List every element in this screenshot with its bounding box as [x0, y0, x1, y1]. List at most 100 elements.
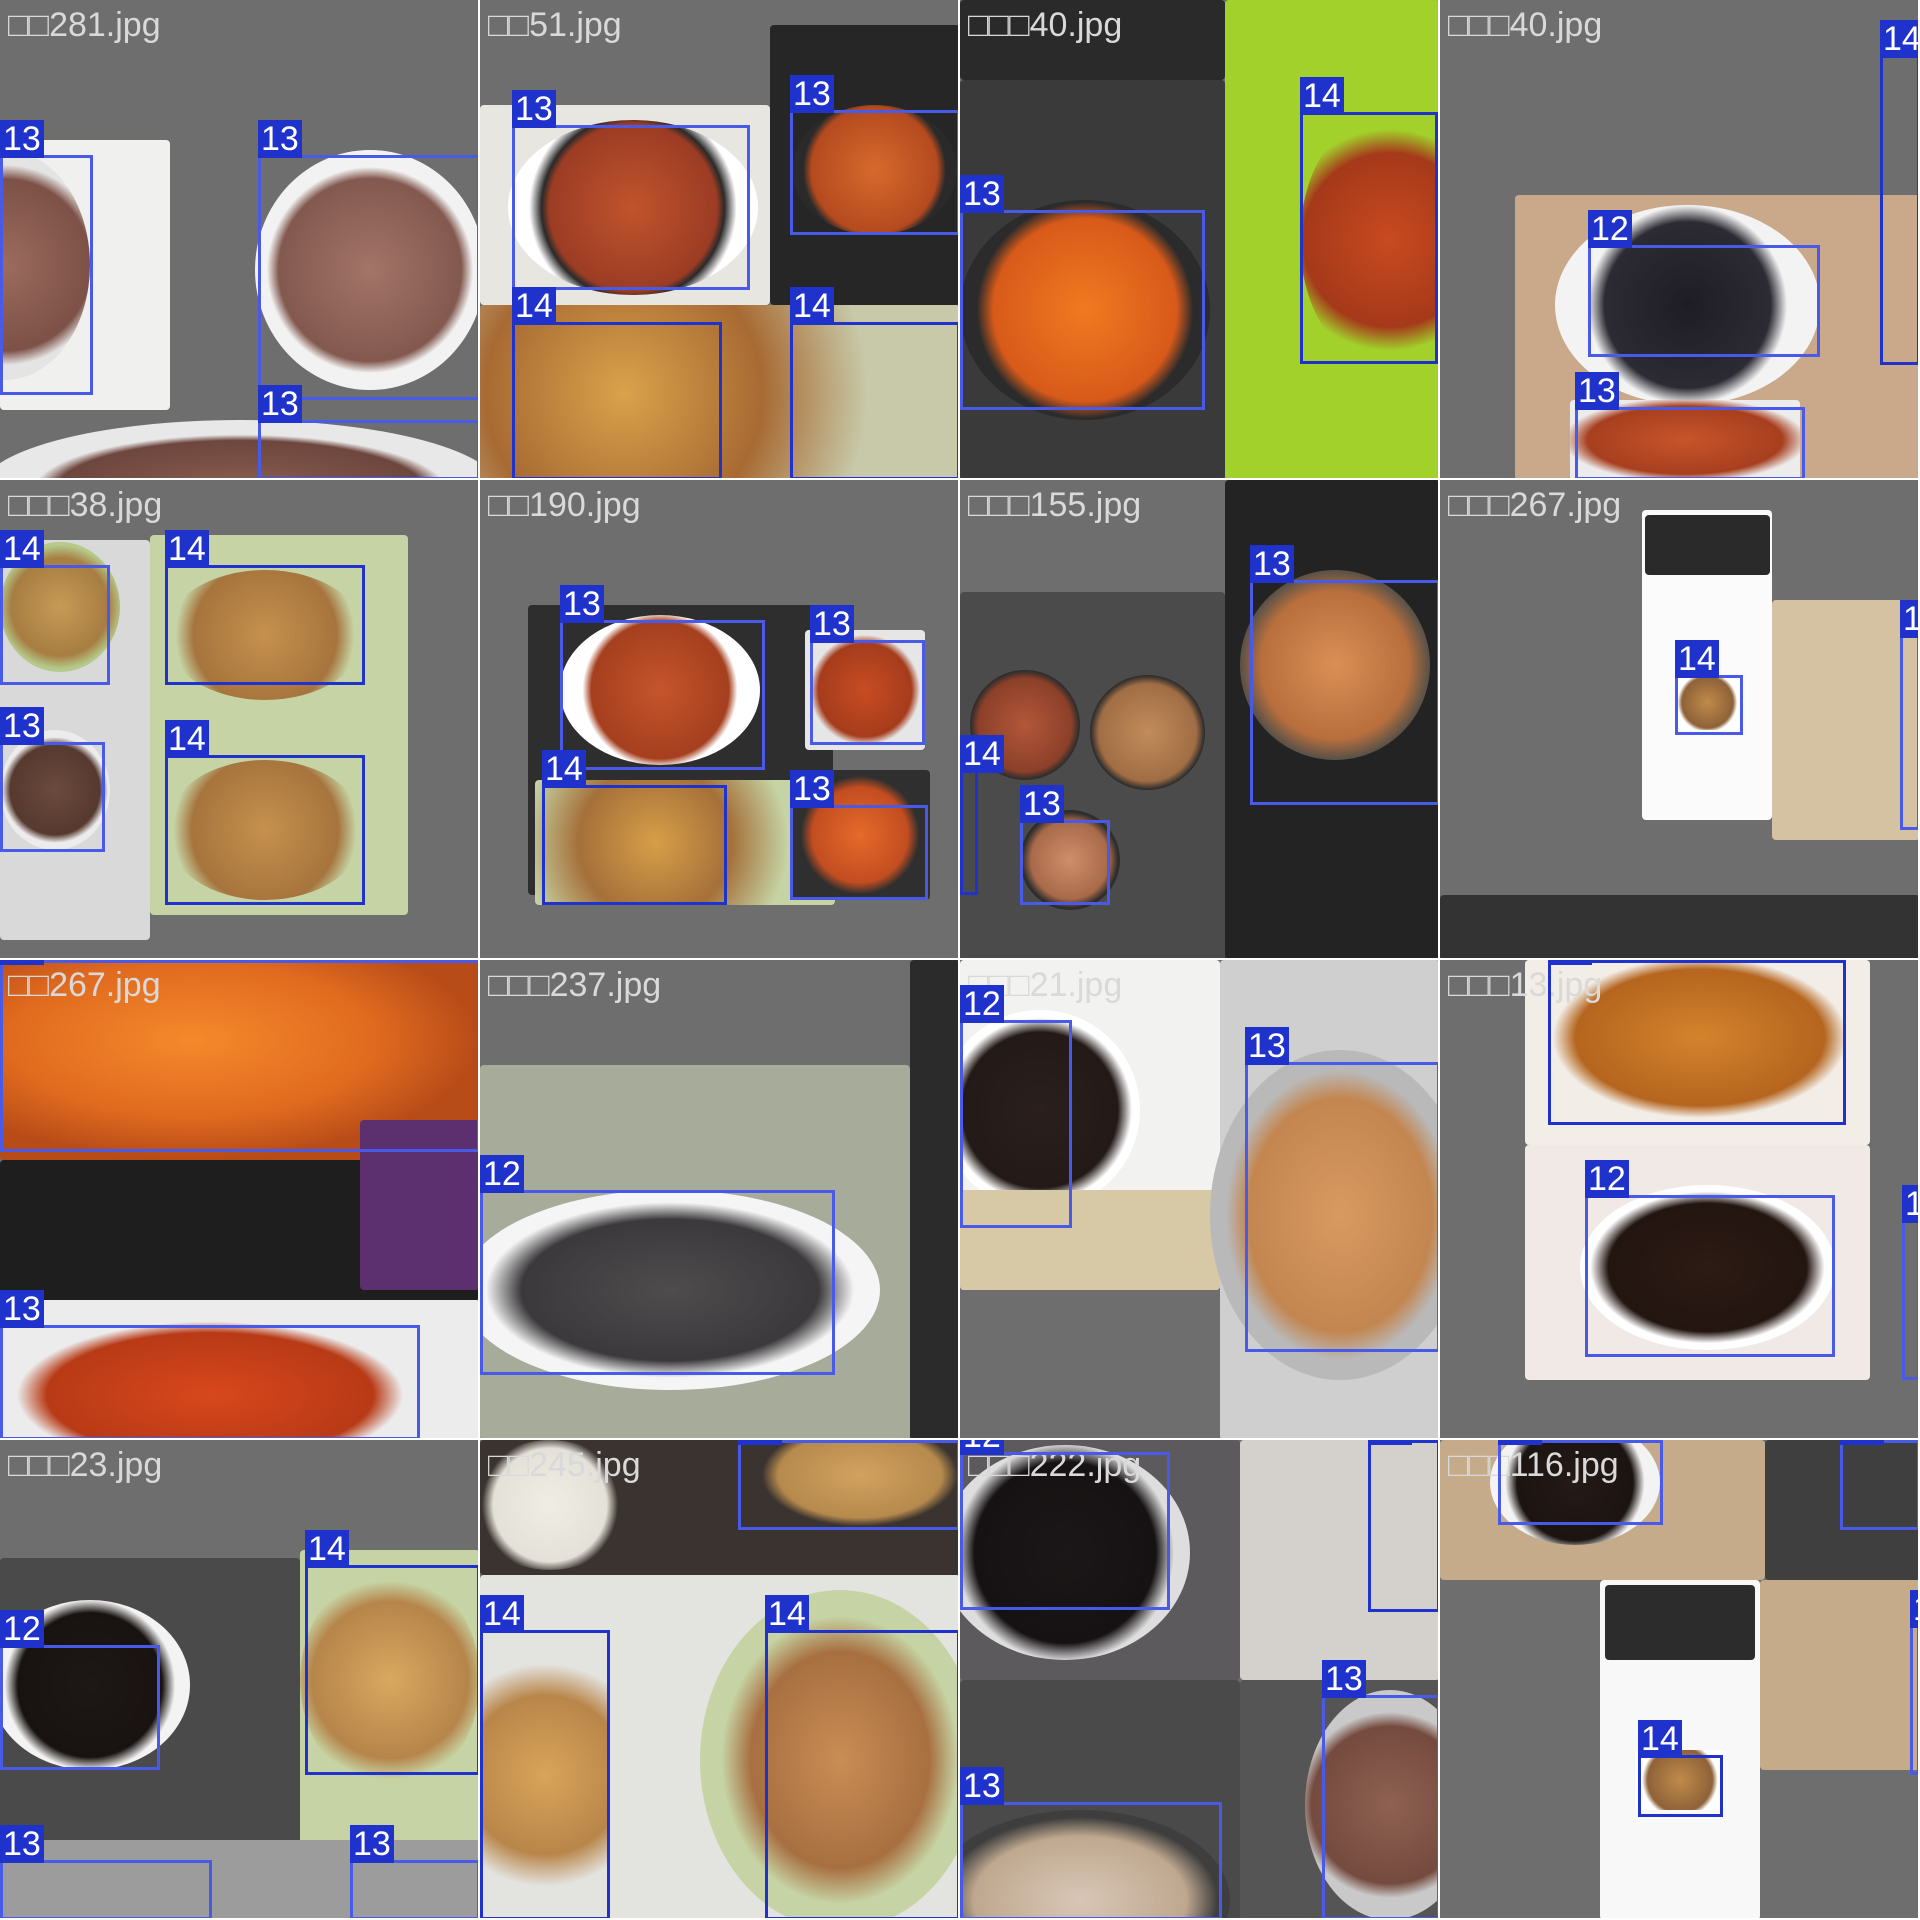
detection-label: 12	[960, 985, 1004, 1023]
mosaic-tile: □□□40.jpg 12 13 14	[1440, 0, 1920, 480]
detection-label: 14	[0, 530, 44, 568]
food-image	[1760, 1580, 1918, 1770]
detection-label: 13	[790, 75, 834, 113]
detection-label: 13	[0, 1825, 44, 1863]
mosaic-tile: □□245.jpg 13 14 14	[480, 1440, 960, 1920]
tile-filename: □□245.jpg	[488, 1446, 641, 1484]
mosaic-tile: □□□40.jpg 13 14	[960, 0, 1440, 480]
detection-label: 12	[1498, 1440, 1542, 1445]
detection-box: 13	[258, 120, 478, 400]
detection-box: 14	[0, 530, 110, 685]
detection-box: 1	[1900, 600, 1918, 830]
detection-box: 14	[1368, 1440, 1438, 1612]
detection-label: 13	[1245, 1027, 1289, 1065]
detection-box: 14	[512, 287, 722, 478]
detection-label: 14	[165, 530, 209, 568]
detection-label: 14	[542, 750, 586, 788]
detection-box: 14	[480, 1595, 610, 1918]
detection-box: 13	[0, 1825, 212, 1918]
detection-label: 13	[810, 605, 854, 643]
detection-label: 12	[480, 1155, 524, 1193]
detection-label: 14	[1638, 1720, 1682, 1758]
detection-box: 13	[258, 385, 478, 478]
detection-label: 13	[960, 1767, 1004, 1805]
detection-box: 14	[790, 287, 958, 478]
food-image	[1605, 1585, 1755, 1660]
detection-box: 14	[1880, 20, 1918, 365]
detection-box: 13	[738, 1440, 958, 1530]
detection-box: 13	[560, 585, 765, 770]
detection-label: 13	[0, 960, 44, 965]
mosaic-tile: □□□13.jpg 14 12 1	[1440, 960, 1920, 1440]
detection-box: 12	[0, 1610, 160, 1770]
tile-filename: □□□38.jpg	[8, 486, 163, 524]
detection-box: 13	[1575, 372, 1805, 478]
mosaic-tile: □□□237.jpg 12	[480, 960, 960, 1440]
detection-box: 13	[350, 1825, 478, 1918]
tile-filename: □□281.jpg	[8, 6, 161, 44]
mosaic-tile: □□51.jpg 13 13 14 14	[480, 0, 960, 480]
detection-label: 12	[1588, 210, 1632, 248]
detection-box: 13	[960, 175, 1205, 410]
detection-label: 13	[0, 120, 44, 158]
tile-filename: □□190.jpg	[488, 486, 641, 524]
detection-box: 14	[1675, 640, 1743, 735]
detection-label: 14	[512, 287, 556, 325]
detection-label: 12	[0, 1610, 44, 1648]
tile-filename: □□□155.jpg	[968, 486, 1142, 524]
detection-label: 14	[1548, 960, 1592, 965]
detection-label: 13	[560, 585, 604, 623]
detection-box: 13	[0, 1290, 420, 1438]
detection-label: 13	[350, 1825, 394, 1863]
mosaic-tile: □□□21.jpg 12 13	[960, 960, 1440, 1440]
detection-box: 1	[1902, 1185, 1918, 1380]
mosaic-tile: □□□155.jpg 13 14 13	[960, 480, 1440, 960]
detection-label: 14	[1675, 640, 1719, 678]
detection-label: 13	[1020, 785, 1064, 823]
detection-box: 13	[0, 960, 478, 1152]
detection-box: 14	[542, 750, 727, 905]
detection-box: 13	[512, 90, 750, 290]
detection-label: 13	[738, 1440, 782, 1445]
detection-box: 13	[810, 605, 925, 745]
detection-box: 14	[765, 1595, 958, 1918]
mosaic-tile: □□□267.jpg 14 1	[1440, 480, 1920, 960]
detection-box: 12	[1498, 1440, 1663, 1525]
detection-label: 12	[1910, 1590, 1918, 1628]
detection-label: 13	[0, 1290, 44, 1328]
mosaic-grid: □□281.jpg 13 13 13 □□51.jpg 13 13 14 14 …	[0, 0, 1920, 1920]
detection-box: 13	[1020, 785, 1110, 905]
detection-box: 12	[480, 1155, 835, 1375]
detection-box: 13	[0, 707, 105, 852]
detection-box: 13	[1245, 1027, 1438, 1352]
tile-filename: □□□267.jpg	[1448, 486, 1622, 524]
detection-label: 13	[1575, 372, 1619, 410]
food-image	[1772, 600, 1918, 840]
mosaic-tile: □□□116.jpg 12 12 14 12	[1440, 1440, 1920, 1920]
detection-box: 14	[165, 720, 365, 905]
detection-box: 13	[0, 120, 93, 395]
tile-filename: □□□237.jpg	[488, 966, 662, 1004]
detection-label: 14	[790, 287, 834, 325]
detection-label: 14	[1880, 20, 1918, 58]
detection-box: 14	[1300, 77, 1438, 364]
food-image	[1440, 895, 1918, 958]
tile-filename: □□□40.jpg	[1448, 6, 1603, 44]
detection-label: 14	[960, 735, 1004, 773]
detection-box: 12	[1588, 210, 1820, 357]
food-image	[1645, 515, 1770, 575]
detection-label: 12	[1840, 1440, 1884, 1445]
mosaic-tile: □□□222.jpg 12 14 13 13	[960, 1440, 1440, 1920]
detection-box: 13	[790, 770, 928, 900]
detection-box: 14	[165, 530, 365, 685]
tile-filename: □□□23.jpg	[8, 1446, 163, 1484]
detection-box: 14	[1638, 1720, 1723, 1817]
mosaic-tile: □□□23.jpg 14 12 13 13	[0, 1440, 480, 1920]
detection-box: 13	[960, 1767, 1222, 1918]
detection-box: 14	[1548, 960, 1846, 1125]
detection-label: 13	[1250, 545, 1294, 583]
detection-box: 14	[960, 735, 1004, 895]
mosaic-tile: □□281.jpg 13 13 13	[0, 0, 480, 480]
detection-box: 12	[960, 985, 1072, 1228]
detection-label: 12	[1585, 1160, 1629, 1198]
